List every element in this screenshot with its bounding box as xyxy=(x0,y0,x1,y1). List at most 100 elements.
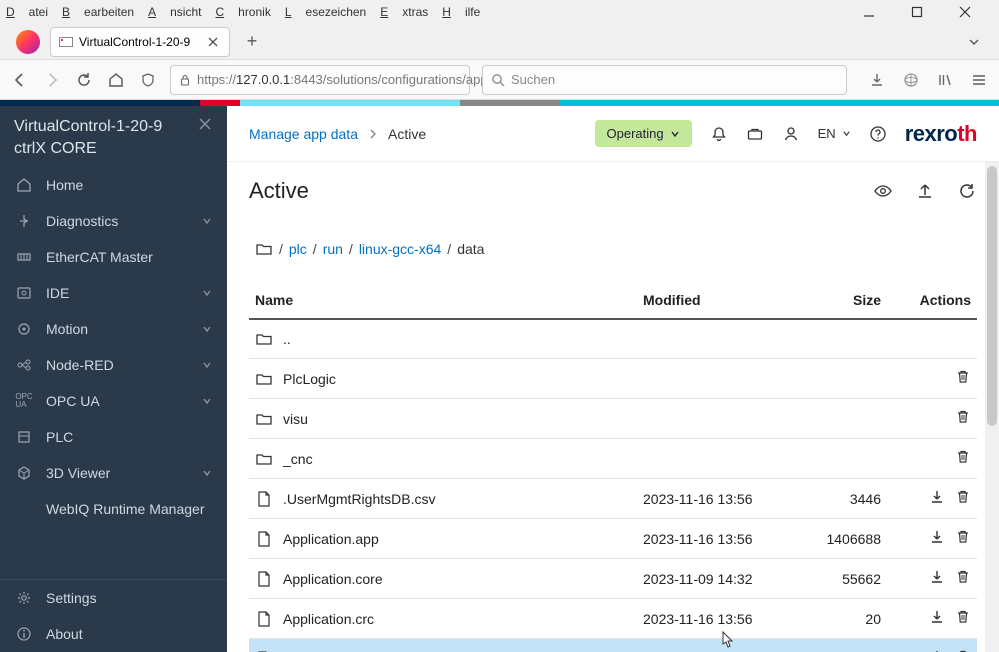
tab-favicon-icon xyxy=(59,37,73,47)
sidebar-item-about[interactable]: About xyxy=(0,616,227,652)
sidebar-item-diagnostics[interactable]: Diagnostics xyxy=(0,203,227,239)
view-icon[interactable] xyxy=(873,181,893,201)
trash-icon[interactable] xyxy=(955,369,971,385)
file-modified: 2023-11-16 13:56 xyxy=(637,479,797,519)
user-icon[interactable] xyxy=(782,125,800,143)
file-size: 280 xyxy=(797,639,887,652)
url-bar[interactable]: https://127.0.0.1:8443/solutions/configu… xyxy=(170,65,470,95)
menu-chronik[interactable]: Chronik xyxy=(215,5,270,19)
menu-ansicht[interactable]: Ansicht xyxy=(148,5,201,19)
table-row[interactable]: Application.ret 2023-11-16 13:57 280 xyxy=(249,639,977,652)
nav-icon xyxy=(14,465,34,481)
table-row[interactable]: PlcLogic xyxy=(249,359,977,399)
table-row[interactable]: .UserMgmtRightsDB.csv 2023-11-16 13:56 3… xyxy=(249,479,977,519)
nav-back-icon[interactable] xyxy=(10,70,30,90)
table-row[interactable]: .. xyxy=(249,319,977,359)
menu-lesezeichen[interactable]: Lesezeichen xyxy=(285,5,366,19)
file-size xyxy=(797,399,887,439)
nav-label: WebIQ Runtime Manager xyxy=(46,501,213,517)
sidebar-item-3d-viewer[interactable]: 3D Viewer xyxy=(0,455,227,491)
sidebar-item-ide[interactable]: IDE xyxy=(0,275,227,311)
search-placeholder: Suchen xyxy=(511,72,555,87)
nav-reload-icon[interactable] xyxy=(74,70,94,90)
browser-tab[interactable]: VirtualControl-1-20-9 xyxy=(50,27,230,57)
library-icon[interactable] xyxy=(935,70,955,90)
menu-bearbeiten[interactable]: Bearbeiten xyxy=(62,5,134,19)
sidebar-item-settings[interactable]: Settings xyxy=(0,580,227,616)
file-size: 1406688 xyxy=(797,519,887,559)
path-segment[interactable]: plc xyxy=(289,241,307,257)
window-minimize-icon[interactable] xyxy=(863,6,875,18)
nav-label: Settings xyxy=(46,590,213,606)
new-tab-button[interactable]: + xyxy=(238,28,266,56)
download-icon[interactable] xyxy=(929,569,945,585)
table-row[interactable]: visu xyxy=(249,399,977,439)
menu-hilfe[interactable]: Hilfe xyxy=(442,5,480,19)
extensions-icon[interactable] xyxy=(901,70,921,90)
file-name: .. xyxy=(283,331,291,347)
status-operating-button[interactable]: Operating xyxy=(595,120,692,147)
trash-icon[interactable] xyxy=(955,609,971,625)
menu-extras[interactable]: Extras xyxy=(380,5,428,19)
table-row[interactable]: Application.crc 2023-11-16 13:56 20 xyxy=(249,599,977,639)
sidebar-item-opc-ua[interactable]: OPCUA OPC UA xyxy=(0,383,227,419)
download-icon[interactable] xyxy=(929,489,945,505)
tab-close-icon[interactable] xyxy=(205,34,221,50)
download-icon[interactable] xyxy=(929,529,945,545)
bell-icon[interactable] xyxy=(710,125,728,143)
window-close-icon[interactable] xyxy=(959,6,971,18)
nav-shield-icon[interactable] xyxy=(138,70,158,90)
path-segment[interactable]: linux-gcc-x64 xyxy=(359,241,441,257)
col-modified[interactable]: Modified xyxy=(637,282,797,319)
table-row[interactable]: _cnc xyxy=(249,439,977,479)
download-icon[interactable] xyxy=(929,609,945,625)
sidebar-item-node-red[interactable]: Node-RED xyxy=(0,347,227,383)
table-row[interactable]: Application.core 2023-11-09 14:32 55662 xyxy=(249,559,977,599)
table-row[interactable]: Application.app 2023-11-16 13:56 1406688 xyxy=(249,519,977,559)
nav-icon xyxy=(14,357,34,373)
trash-icon[interactable] xyxy=(955,489,971,505)
nav-home-icon[interactable] xyxy=(106,70,126,90)
toolbox-icon[interactable] xyxy=(746,125,764,143)
path-breadcrumb: / plc / run / linux-gcc-x64 / data xyxy=(249,220,977,282)
sidebar-item-ethercat-master[interactable]: EtherCAT Master xyxy=(0,239,227,275)
tabs-dropdown-icon[interactable] xyxy=(967,35,993,49)
chevron-down-icon xyxy=(201,395,213,407)
trash-icon[interactable] xyxy=(955,529,971,545)
language-selector[interactable]: EN xyxy=(818,126,851,141)
window-maximize-icon[interactable] xyxy=(911,6,923,18)
sidebar-item-home[interactable]: Home xyxy=(0,167,227,203)
col-actions: Actions xyxy=(887,282,977,319)
file-icon xyxy=(255,610,273,628)
breadcrumb-root[interactable]: Manage app data xyxy=(249,126,358,142)
file-size: 55662 xyxy=(797,559,887,599)
col-name[interactable]: Name xyxy=(249,282,637,319)
folder-icon xyxy=(255,450,273,468)
nav-forward-icon xyxy=(42,70,62,90)
folder-icon xyxy=(255,410,273,428)
hamburger-menu-icon[interactable] xyxy=(969,70,989,90)
nav-icon: OPCUA xyxy=(14,393,34,409)
scrollbar[interactable] xyxy=(985,162,999,652)
menu-datei[interactable]: Datei xyxy=(6,5,48,19)
sidebar-item-webiq-runtime-manager[interactable]: WebIQ Runtime Manager xyxy=(0,491,227,527)
file-modified: 2023-11-09 14:32 xyxy=(637,559,797,599)
col-size[interactable]: Size xyxy=(797,282,887,319)
trash-icon[interactable] xyxy=(955,409,971,425)
url-prefix: https:// xyxy=(197,72,236,87)
trash-icon[interactable] xyxy=(955,449,971,465)
upload-icon[interactable] xyxy=(915,181,935,201)
help-icon[interactable] xyxy=(869,125,887,143)
downloads-icon[interactable] xyxy=(867,70,887,90)
url-host: 127.0.0.1 xyxy=(236,72,290,87)
sidebar-collapse-icon[interactable] xyxy=(197,116,213,132)
sidebar-item-motion[interactable]: Motion xyxy=(0,311,227,347)
refresh-icon[interactable] xyxy=(957,181,977,201)
file-icon xyxy=(255,570,273,588)
trash-icon[interactable] xyxy=(955,569,971,585)
sidebar-item-plc[interactable]: PLC xyxy=(0,419,227,455)
scrollbar-thumb[interactable] xyxy=(987,166,997,426)
path-segment[interactable]: run xyxy=(323,241,343,257)
browser-search-input[interactable]: Suchen xyxy=(482,65,847,95)
chevron-down-icon xyxy=(201,467,213,479)
